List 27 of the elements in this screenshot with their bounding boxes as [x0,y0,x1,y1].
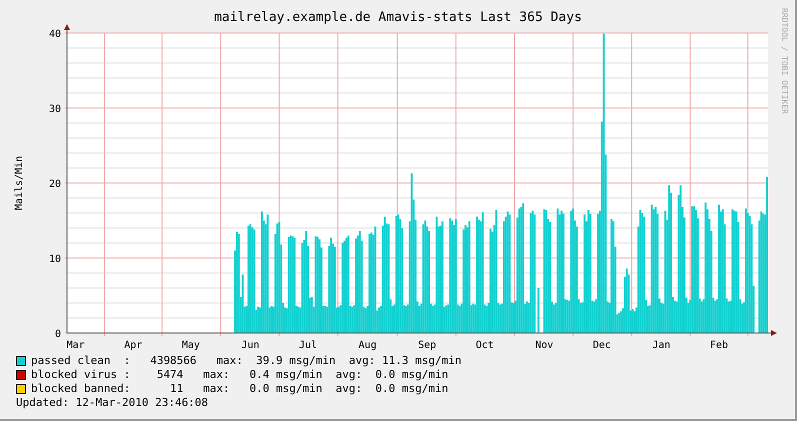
x-tick-label: Jun [241,340,260,351]
x-tick-label: Dec [592,340,611,351]
chart-title: mailrelay.example.de Amavis-stats Last 365 Days [214,10,582,25]
series-stats: : 4398566 max: 39.9 msg/min avg: 11.3 msg/min [124,354,462,368]
x-tick-label: Aug [358,340,377,351]
y-tick-label: 10 [48,254,61,265]
series-name: blocked virus [31,368,118,382]
y-tick-label: 20 [48,179,61,190]
x-tick-label: Jan [652,340,670,351]
y-tick-label: 40 [48,29,61,40]
x-tick-label: Sep [418,340,436,351]
x-tick-label: Feb [710,340,728,351]
series-name: blocked banned [31,382,124,396]
y-tick-label: 30 [48,104,61,115]
series-stats: : 5474 max: 0.4 msg/min avg: 0.0 msg/min [124,368,448,382]
x-tick-label: Apr [124,340,142,351]
x-tick-label: May [182,340,200,351]
credit-text: RRDTOOL / TOBI OETIKER [780,8,789,114]
y-axis-label: Mails/Min [14,156,25,210]
x-tick-label: Mar [66,340,85,351]
updated-text: Updated: 12-Mar-2010 23:46:08 [16,396,210,410]
x-tick-label: Oct [476,340,494,351]
y-tick-label: 0 [54,329,61,340]
x-tick-label: Nov [535,340,554,351]
series-stats: : 11 max: 0.0 msg/min avg: 0.0 msg/min [124,382,448,396]
x-tick-label: Jul [299,340,318,351]
series-name: passed clean [31,354,112,368]
